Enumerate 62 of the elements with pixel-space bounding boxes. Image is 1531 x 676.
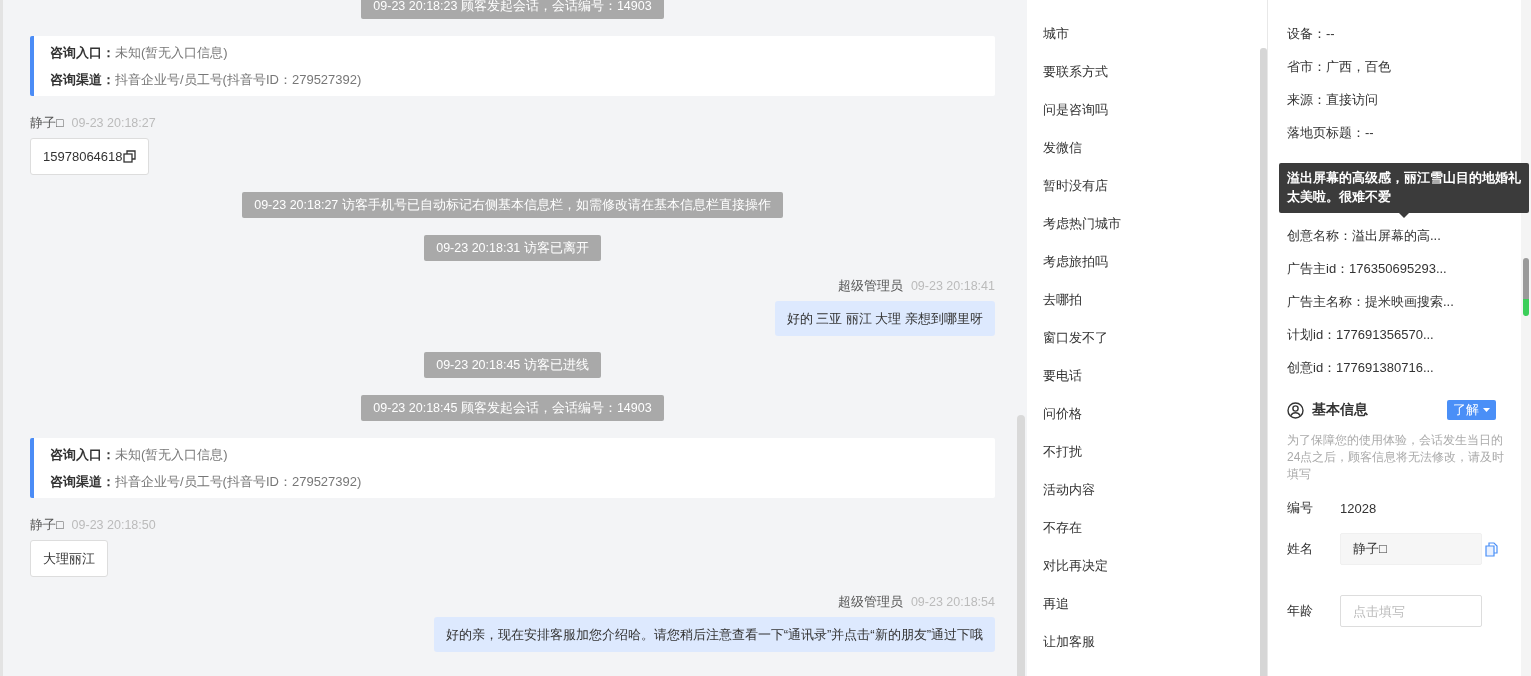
quick-reply-item[interactable]: 活动内容: [1043, 481, 1095, 519]
message-bubble: 15978064618: [30, 138, 149, 175]
quick-reply-item[interactable]: 城市: [1043, 25, 1069, 63]
notice-text: 为了保障您的使用体验，会话发生当日的24点之后，顾客信息将无法修改，请及时填写: [1287, 432, 1505, 483]
tooltip-arrow-icon: [1399, 213, 1409, 218]
copy-icon[interactable]: [122, 150, 136, 163]
scrollbar-thumb[interactable]: [1260, 48, 1267, 676]
section-title: 基本信息: [1312, 401, 1369, 419]
caret-icon: [1483, 408, 1490, 412]
visit-info-field: 创意id：177691380716...: [1287, 359, 1521, 392]
quick-reply-item[interactable]: 暂时没有店: [1043, 177, 1108, 215]
input-field[interactable]: 静子□: [1340, 533, 1482, 565]
system-notice: 09-23 20:18:31 访客已离开: [424, 235, 601, 261]
message-bubble: 大理丽江: [30, 540, 108, 577]
quick-reply-item[interactable]: 问价格: [1043, 405, 1082, 443]
field-value: 12028: [1340, 500, 1377, 516]
quick-reply-item[interactable]: 不打扰: [1043, 443, 1082, 481]
message-time: 09-23 20:18:41: [910, 278, 995, 294]
sender-name: 超级管理员: [837, 594, 903, 610]
quick-reply-item[interactable]: 问是咨询吗: [1043, 101, 1108, 139]
scrollbar-thumb[interactable]: [1523, 258, 1529, 316]
visit-info-field: 计划id：177691356570...: [1287, 326, 1521, 359]
quick-reply-item[interactable]: 对比再决定: [1043, 557, 1108, 595]
field-label: 年龄: [1287, 602, 1314, 620]
info-line: 咨询入口：未知(暂无入口信息): [50, 446, 229, 463]
field-label: 姓名: [1287, 540, 1314, 558]
quick-reply-item[interactable]: 去哪拍: [1043, 291, 1082, 329]
info-line: 咨询入口：未知(暂无入口信息): [50, 44, 229, 61]
quick-reply-item[interactable]: 窗口发不了: [1043, 329, 1108, 367]
quick-reply-item[interactable]: 不存在: [1043, 519, 1082, 557]
sender-name: 静子□: [30, 517, 64, 533]
visit-info-field: 省市：广西，百色: [1287, 58, 1521, 91]
message-time: 09-23 20:18:54: [910, 594, 995, 610]
quick-reply-item[interactable]: 要电话: [1043, 367, 1082, 405]
visit-info-field: 创意名称：溢出屏幕的高...: [1287, 227, 1521, 260]
info-line: 咨询渠道：抖音企业号/员工号(抖音号ID：279527392): [50, 71, 363, 88]
sender-name: 静子□: [30, 115, 64, 131]
system-notice: 09-23 20:18:45 顾客发起会话，会话编号：14903: [361, 395, 664, 421]
visit-info-field: 广告主名称：提米映画搜索...: [1287, 293, 1521, 326]
scrollbar-thumb[interactable]: [1017, 415, 1025, 676]
visit-info-field: 广告主id：176350695293...: [1287, 260, 1521, 293]
quick-reply-item[interactable]: 发微信: [1043, 139, 1082, 177]
system-notice: 09-23 20:18:45 访客已进线: [424, 352, 601, 378]
message-bubble: 好的亲，现在安排客服加您介绍哈。请您稍后注意查看一下“通讯录”并点击“新的朋友”通过下哦: [433, 617, 995, 652]
quick-reply-item[interactable]: 考虑热门城市: [1043, 215, 1121, 253]
user-circle-icon: [1287, 401, 1304, 419]
sender-name: 超级管理员: [837, 278, 903, 294]
input-field[interactable]: 点击填写: [1340, 595, 1482, 627]
info-line: 咨询渠道：抖音企业号/员工号(抖音号ID：279527392): [50, 473, 363, 490]
system-notice: 09-23 20:18:23 顾客发起会话，会话编号：14903: [361, 0, 664, 19]
visit-info-field: 设备：--: [1287, 25, 1521, 58]
visit-info-field: 来源：直接访问: [1287, 91, 1521, 124]
quick-reply-item[interactable]: 再追: [1043, 595, 1069, 633]
message-time: 09-23 20:18:50: [71, 517, 156, 533]
field-label: 编号: [1287, 499, 1314, 517]
quick-reply-item[interactable]: 让加客服: [1043, 633, 1095, 671]
message-time: 09-23 20:18:27: [71, 115, 156, 131]
quick-reply-item[interactable]: 要联系方式: [1043, 63, 1108, 101]
visit-info-field: 落地页标题：--: [1287, 124, 1521, 157]
quick-reply-item[interactable]: 考虑旅拍吗: [1043, 253, 1108, 291]
system-notice: 09-23 20:18:27 访客手机号已自动标记右侧基本信息栏，如需修改请在基本信息栏直接操作: [242, 192, 783, 218]
message-bubble: 好的 三亚 丽江 大理 亲想到哪里呀: [774, 301, 995, 336]
